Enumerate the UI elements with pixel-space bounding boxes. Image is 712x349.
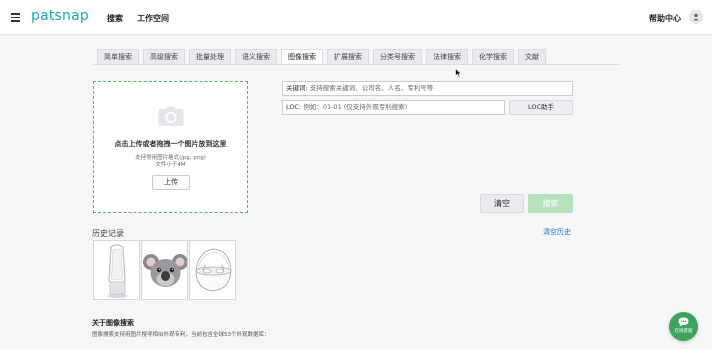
earbuds-case-image [195,248,232,292]
history-thumbnail-koala[interactable] [141,240,188,300]
loc-label: LOC: [286,103,302,111]
keyword-input[interactable]: 关键词: 支持搜索关键词、公司名、人名、专利号等 [282,81,573,96]
search-button[interactable]: 搜索 [528,194,573,213]
user-icon [693,13,699,21]
loc-placeholder: 例如：01-01 (仅支持外观专利搜索) [303,103,408,111]
clear-button[interactable]: 清空 [480,194,524,213]
online-support-label: 在线客服 [674,329,693,334]
tab-chemical-search[interactable]: 化学搜索 [472,49,514,64]
loc-helper-button[interactable]: LOC助手 [509,100,573,115]
tab-image-search[interactable]: 图像搜索 [281,49,323,64]
fan-tower-image [107,244,128,298]
help-center-link[interactable]: 帮助中心 [649,13,681,24]
upload-title: 点击上传或者拖拽一个图片放到这里 [114,140,227,148]
tab-classification-search[interactable]: 分类号搜索 [373,49,422,64]
tab-literature[interactable]: 文献 [518,49,546,64]
loc-input[interactable]: LOC: 例如：01-01 (仅支持外观专利搜索) [282,100,505,115]
about-title: 关于图像搜索 [92,319,134,327]
tab-batch-processing[interactable]: 批量处理 [189,49,231,64]
image-upload-dropzone[interactable]: 点击上传或者拖拽一个图片放到这里 支持常用图片格式(jpg, png) 文件小于… [93,81,248,213]
tab-legal-search[interactable]: 法律搜索 [426,49,468,64]
tab-divider [93,64,620,65]
history-title: 历史记录 [92,229,124,238]
chat-bubble-icon [678,317,689,327]
search-mode-tabs: 简单搜索 高级搜索 批量处理 语义搜索 图像搜索 扩展搜索 分类号搜索 法律搜索… [97,49,550,64]
tab-semantic-search[interactable]: 语义搜索 [235,49,277,64]
keyword-label: 关键词: [286,84,308,92]
online-support-button[interactable]: 在线客服 [669,312,698,341]
tab-advanced-search[interactable]: 高级搜索 [143,49,185,64]
upload-button[interactable]: 上传 [152,175,190,190]
tab-simple-search[interactable]: 简单搜索 [97,49,139,64]
hamburger-menu-icon[interactable] [11,13,20,22]
patsnap-logo[interactable]: patsnap [31,8,89,24]
history-thumbnail-earbuds[interactable] [189,240,236,300]
upload-size-hint: 文件小于4M [155,162,186,168]
tab-extended-search[interactable]: 扩展搜索 [327,49,369,64]
user-avatar[interactable] [689,10,703,24]
mouse-cursor-icon [455,68,462,78]
clear-history-link[interactable]: 清空历史 [543,227,571,237]
koala-image [143,254,187,287]
history-thumbnail-fan[interactable] [93,240,140,300]
top-bar: patsnap 搜索 工作空间 帮助中心 [0,0,712,35]
about-text: 图像搜索支持用图片搜寻相似外观专利，当前包含全球53个外观数据库： [92,332,270,338]
nav-workspace[interactable]: 工作空间 [137,13,169,24]
nav-search[interactable]: 搜索 [107,13,123,24]
keyword-placeholder: 支持搜索关键词、公司名、人名、专利号等 [309,84,434,92]
camera-icon [158,106,184,126]
